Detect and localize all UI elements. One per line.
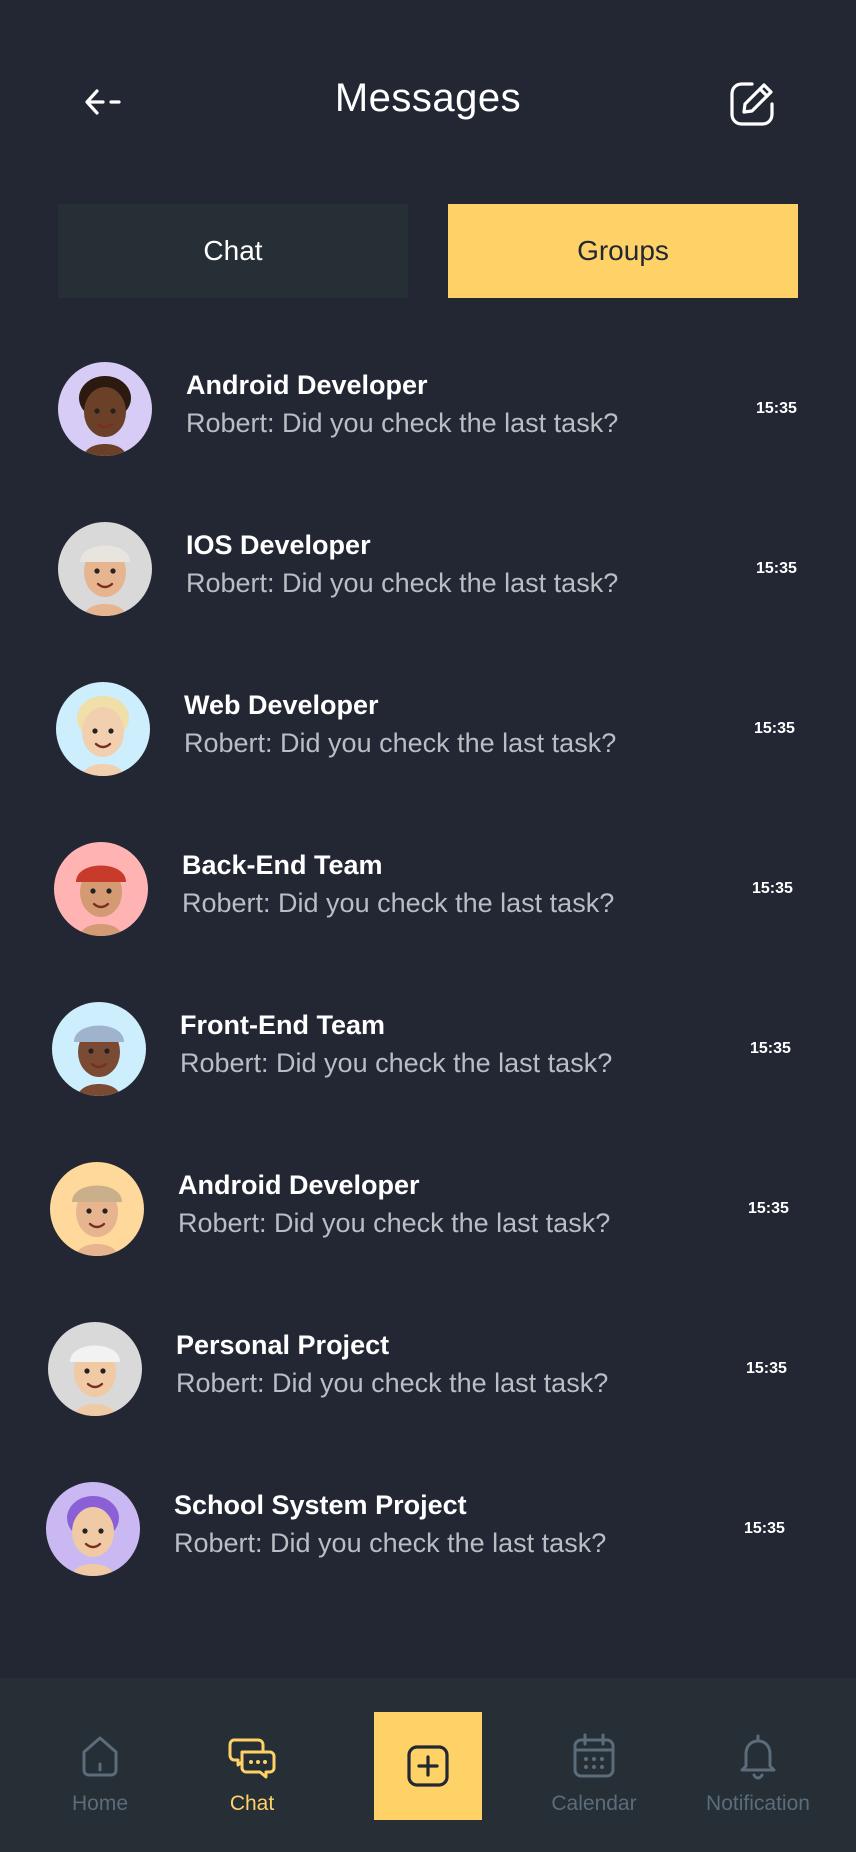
group-name: Front-End Team [180, 1010, 385, 1040]
nav-calendar-label: Calendar [551, 1792, 637, 1815]
group-timestamp: 15:35 [750, 1040, 791, 1057]
group-last-message: Robert: Did you check the last task? [178, 1208, 611, 1238]
nav-chat[interactable]: Chat [182, 1730, 322, 1830]
group-list-item[interactable]: Android Developer Robert: Did you check t… [0, 330, 856, 470]
group-avatar [46, 1482, 140, 1576]
group-list-item[interactable]: School System Project Robert: Did you che… [0, 1450, 856, 1590]
group-timestamp: 15:35 [748, 1200, 789, 1217]
group-name: IOS Developer [186, 530, 371, 560]
tab-groups[interactable]: Groups [448, 204, 798, 298]
home-icon [82, 1736, 118, 1777]
plus-square-icon [407, 1745, 449, 1787]
group-last-message: Robert: Did you check the last task? [186, 568, 619, 598]
app-header: Messages [0, 0, 856, 200]
edit-icon [730, 82, 774, 126]
group-list-item[interactable]: IOS Developer Robert: Did you check the l… [0, 490, 856, 630]
nav-chat-label: Chat [229, 1792, 275, 1815]
tab-chat[interactable]: Chat [58, 204, 408, 298]
group-name: School System Project [174, 1490, 467, 1520]
group-list-item[interactable]: Personal Project Robert: Did you check th… [0, 1290, 856, 1430]
group-timestamp: 15:35 [752, 880, 793, 897]
group-last-message: Robert: Did you check the last task? [174, 1528, 607, 1558]
nav-notification-label: Notification [706, 1792, 810, 1815]
group-name: Android Developer [178, 1170, 420, 1200]
calendar-icon [573, 1733, 615, 1778]
bottom-navigation: Home Chat Calendar Notification [0, 1678, 856, 1852]
compose-button[interactable] [724, 76, 780, 132]
group-list-item[interactable]: Front-End Team Robert: Did you check the … [0, 970, 856, 1110]
group-timestamp: 15:35 [756, 560, 797, 577]
nav-notification[interactable]: Notification [688, 1730, 828, 1830]
group-list-item[interactable]: Android Developer Robert: Did you check t… [0, 1130, 856, 1270]
chat-icon [228, 1738, 276, 1779]
group-last-message: Robert: Did you check the last task? [186, 408, 619, 438]
group-avatar [52, 1002, 146, 1096]
group-name: Web Developer [184, 690, 379, 720]
group-avatar [54, 842, 148, 936]
group-list-item[interactable]: Back-End Team Robert: Did you check the l… [0, 810, 856, 950]
group-avatar [58, 522, 152, 616]
group-avatar [48, 1322, 142, 1416]
group-last-message: Robert: Did you check the last task? [182, 888, 615, 918]
nav-home-label: Home [71, 1792, 129, 1815]
bell-icon [740, 1734, 776, 1780]
nav-calendar[interactable]: Calendar [524, 1730, 664, 1830]
group-timestamp: 15:35 [756, 400, 797, 417]
group-last-message: Robert: Did you check the last task? [180, 1048, 613, 1078]
group-last-message: Robert: Did you check the last task? [176, 1368, 609, 1398]
add-button[interactable] [374, 1712, 482, 1820]
group-timestamp: 15:35 [754, 720, 795, 737]
group-name: Android Developer [186, 370, 428, 400]
group-avatar [50, 1162, 144, 1256]
nav-home[interactable]: Home [30, 1730, 170, 1830]
tab-bar: Chat Groups [58, 204, 798, 298]
group-name: Back-End Team [182, 850, 383, 880]
group-avatar [58, 362, 152, 456]
group-timestamp: 15:35 [744, 1520, 785, 1537]
group-name: Personal Project [176, 1330, 390, 1360]
group-timestamp: 15:35 [746, 1360, 787, 1377]
group-avatar [56, 682, 150, 776]
group-list-item[interactable]: Web Developer Robert: Did you check the l… [0, 650, 856, 790]
group-last-message: Robert: Did you check the last task? [184, 728, 617, 758]
